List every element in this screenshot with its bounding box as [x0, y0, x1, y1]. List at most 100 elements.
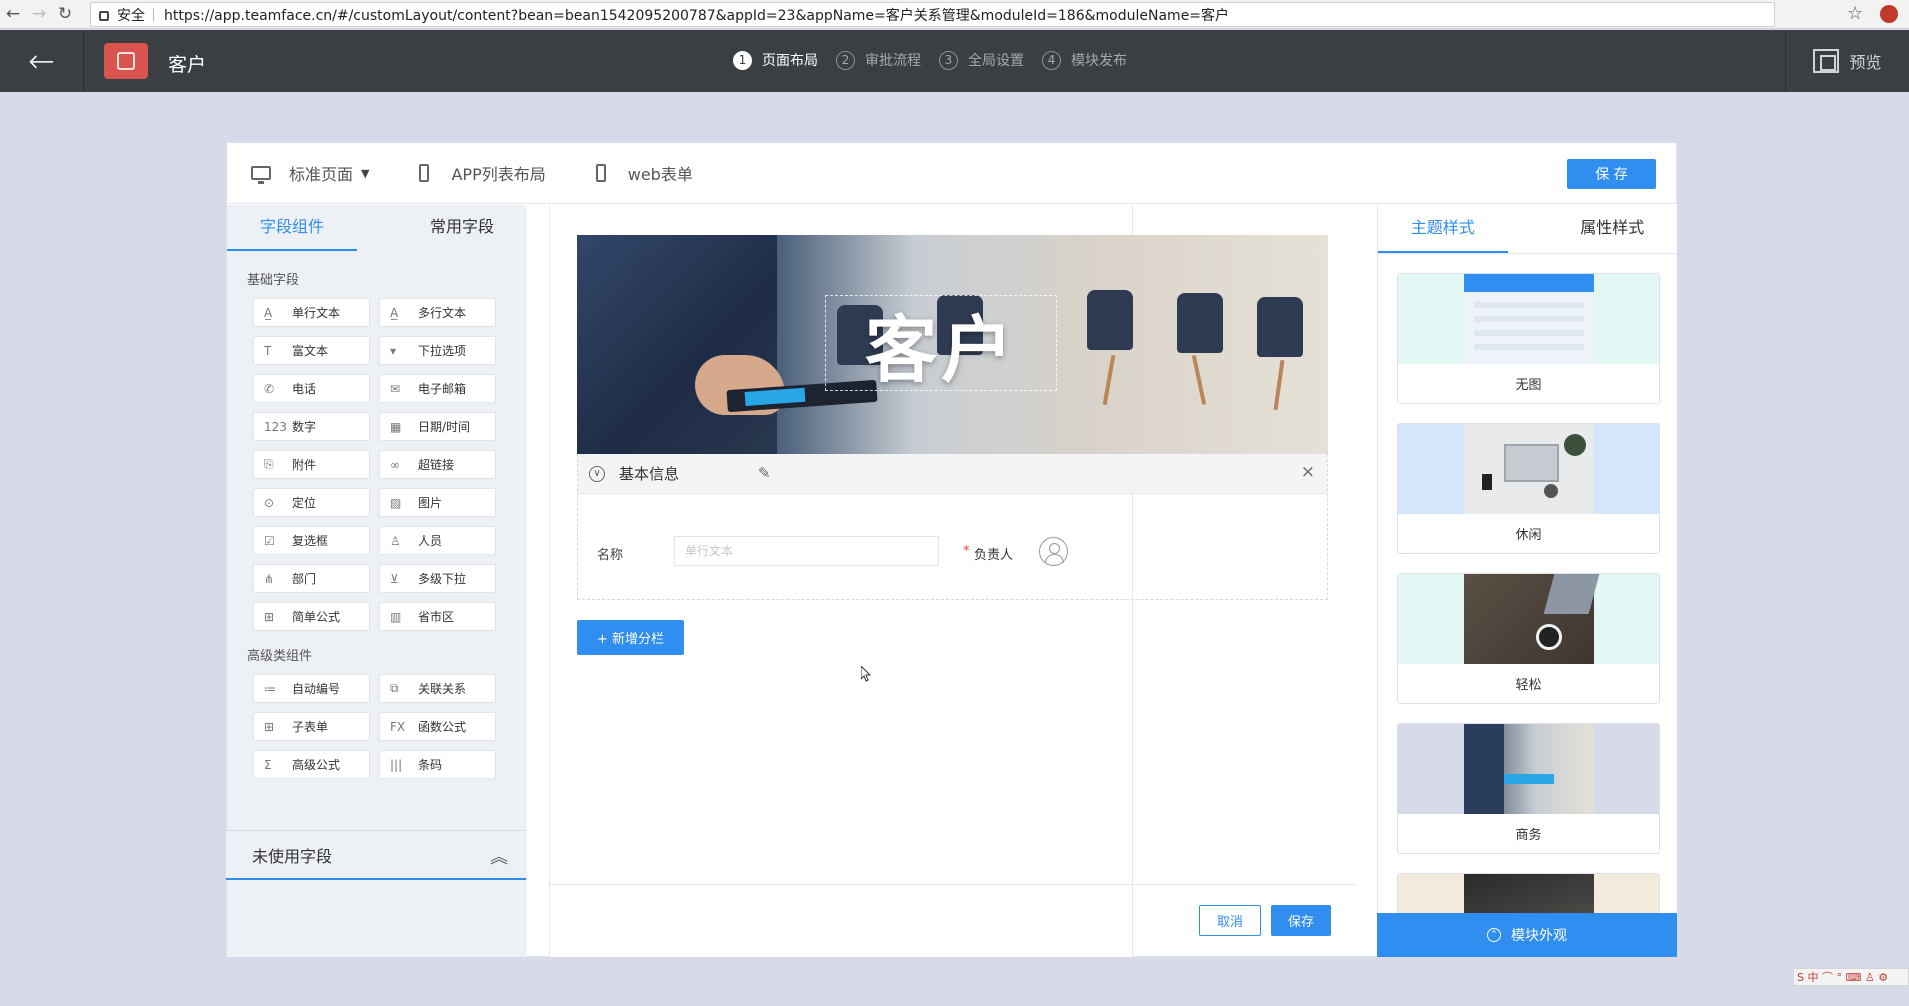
left-tabs: 字段组件 常用字段 [227, 205, 527, 251]
field-type-icon: ≔ [264, 681, 276, 696]
field-chip[interactable]: ✉ 电子邮箱 [379, 374, 496, 403]
web-form-tab[interactable]: web表单 [595, 161, 693, 185]
phone-icon [419, 164, 430, 182]
tab-theme-style[interactable]: 主题样式 [1378, 204, 1508, 253]
field-chip-label: 富文本 [292, 344, 329, 358]
field-chip[interactable]: A̲ 多行文本 [379, 298, 496, 327]
field-chip[interactable]: ∞ 超链接 [379, 450, 496, 479]
chair-leg [1102, 355, 1116, 405]
theme-card-leisure[interactable]: 休闲 [1397, 423, 1660, 554]
module-appearance-button[interactable]: ⌃ 模块外观 [1377, 913, 1677, 957]
chair-leg [1273, 359, 1285, 411]
field-chip-label: 人员 [418, 534, 443, 548]
circle-up-icon: ⌃ [1487, 928, 1501, 942]
step-number: 4 [1042, 50, 1061, 70]
back-arrow-icon[interactable]: ← [0, 0, 26, 29]
field-chip-label: 附件 [292, 458, 317, 472]
back-button[interactable]: ← [0, 30, 84, 92]
step-number: 3 [939, 50, 958, 70]
field-chip[interactable]: Σ 高级公式 [253, 750, 370, 779]
collapse-chevron-icon[interactable]: ∨ [589, 465, 605, 482]
app-list-layout-tab[interactable]: APP列表布局 [419, 161, 546, 185]
add-column-button[interactable]: + 新增分栏 [577, 620, 684, 655]
cancel-button[interactable]: 取消 [1199, 905, 1261, 936]
field-chip[interactable]: ▥ 省市区 [379, 602, 496, 631]
browser-toolbar: ← → ↻ 安全 https://app.teamface.cn/#/custo… [0, 0, 1909, 29]
layout-toolbar: 标准页面 ▼ APP列表布局 web表单 保 存 [227, 143, 1676, 204]
extension-icon[interactable] [1880, 5, 1898, 23]
field-type-icon: ⊙ [264, 495, 275, 510]
caret-down-icon: ▼ [361, 166, 370, 180]
field-chip[interactable]: ⋔ 部门 [253, 564, 370, 593]
banner-title-box[interactable]: 客户 [825, 295, 1057, 392]
theme-label: 轻松 [1515, 678, 1542, 693]
step-approval-flow[interactable]: 2 审批流程 [836, 50, 921, 70]
field-chip[interactable]: T 富文本 [253, 336, 370, 365]
chair-decoration [1087, 290, 1133, 350]
tab-field-components[interactable]: 字段组件 [227, 205, 357, 251]
url-text[interactable]: https://app.teamface.cn/#/customLayout/c… [164, 5, 1229, 25]
step-module-publish[interactable]: 4 模块发布 [1042, 50, 1127, 70]
step-page-layout[interactable]: 1 页面布局 [733, 50, 818, 70]
field-type-icon: 123 [264, 419, 287, 434]
field-type-icon: ✆ [264, 381, 275, 396]
save-button-bottom[interactable]: 保存 [1271, 905, 1331, 936]
theme-card-relaxed[interactable]: 轻松 [1397, 573, 1660, 704]
double-chevron-up-icon[interactable]: ︽ [490, 843, 508, 869]
field-chip-label: 条码 [418, 758, 443, 772]
tab-common-fields[interactable]: 常用字段 [397, 205, 527, 251]
name-field-input[interactable]: 单行文本 [674, 536, 939, 566]
forward-arrow-icon[interactable]: → [26, 0, 52, 29]
close-icon[interactable]: × [1301, 462, 1315, 482]
field-chip[interactable]: ⊞ 子表单 [253, 712, 370, 741]
field-chip[interactable]: FX 函数公式 [379, 712, 496, 741]
step-navigation: 1 页面布局 2 审批流程 3 全局设置 4 模块发布 [733, 50, 1145, 70]
field-chip[interactable]: ▾ 下拉选项 [379, 336, 496, 365]
field-chip[interactable]: ≔ 自动编号 [253, 674, 370, 703]
field-chip-label: 函数公式 [418, 720, 467, 734]
field-chip[interactable]: A̲ 单行文本 [253, 298, 370, 327]
chair-leg [1191, 355, 1207, 405]
field-chip[interactable]: ♙ 人员 [379, 526, 496, 555]
field-chip[interactable]: ✆ 电话 [253, 374, 370, 403]
field-chip[interactable]: ⊙ 定位 [253, 488, 370, 517]
owner-avatar-icon[interactable] [1039, 537, 1068, 566]
module-banner[interactable]: 客户 [577, 235, 1328, 454]
basic-info-section[interactable]: ∨ 基本信息 ✎ × 名称 单行文本 * 负责人 [577, 454, 1328, 600]
field-chip[interactable]: 123 数字 [253, 412, 370, 441]
field-type-icon: ∞ [390, 457, 400, 472]
theme-sidebar: 主题样式 属性样式 无图 休闲 轻松 商务 [1377, 204, 1677, 957]
app-list-layout-label: APP列表布局 [451, 165, 546, 184]
step-label: 页面布局 [762, 53, 818, 69]
edit-pencil-icon[interactable]: ✎ [758, 464, 771, 482]
field-type-icon: ▦ [390, 419, 402, 434]
field-chip[interactable]: ⊻ 多级下拉 [379, 564, 496, 593]
field-chip[interactable]: ⧉ 关联关系 [379, 674, 496, 703]
field-chip[interactable]: ⊞ 简单公式 [253, 602, 370, 631]
field-chip[interactable]: ||| 条码 [379, 750, 496, 779]
module-icon [104, 43, 148, 79]
step-global-settings[interactable]: 3 全局设置 [939, 50, 1024, 70]
theme-card-no-image[interactable]: 无图 [1397, 273, 1660, 404]
field-chip[interactable]: ▦ 日期/时间 [379, 412, 496, 441]
field-chip-label: 自动编号 [292, 682, 341, 696]
field-chip[interactable]: ▨ 图片 [379, 488, 496, 517]
mouse-cursor-icon [861, 666, 871, 682]
tab-property-style[interactable]: 属性样式 [1548, 204, 1678, 253]
theme-card-business[interactable]: 商务 [1397, 723, 1660, 854]
preview-button[interactable]: 预览 [1785, 30, 1909, 92]
bookmark-star-icon[interactable]: ☆ [1847, 3, 1863, 24]
save-button[interactable]: 保 存 [1567, 159, 1656, 189]
field-type-icon: FX [390, 719, 406, 734]
step-label: 审批流程 [865, 53, 921, 69]
address-bar[interactable]: 安全 https://app.teamface.cn/#/customLayou… [90, 2, 1775, 27]
section-title: 基本信息 [619, 465, 680, 483]
standard-page-dropdown[interactable]: 标准页面 ▼ [251, 161, 369, 185]
field-type-icon: ||| [390, 757, 403, 772]
preview-label: 预览 [1849, 53, 1882, 72]
reload-icon[interactable]: ↻ [52, 0, 78, 29]
field-chip[interactable]: ⎘ 附件 [253, 450, 370, 479]
field-chip[interactable]: ☑ 复选框 [253, 526, 370, 555]
basic-fields-title: 基础字段 [247, 273, 300, 288]
unused-fields-header[interactable]: 未使用字段 ︽ [226, 830, 526, 880]
